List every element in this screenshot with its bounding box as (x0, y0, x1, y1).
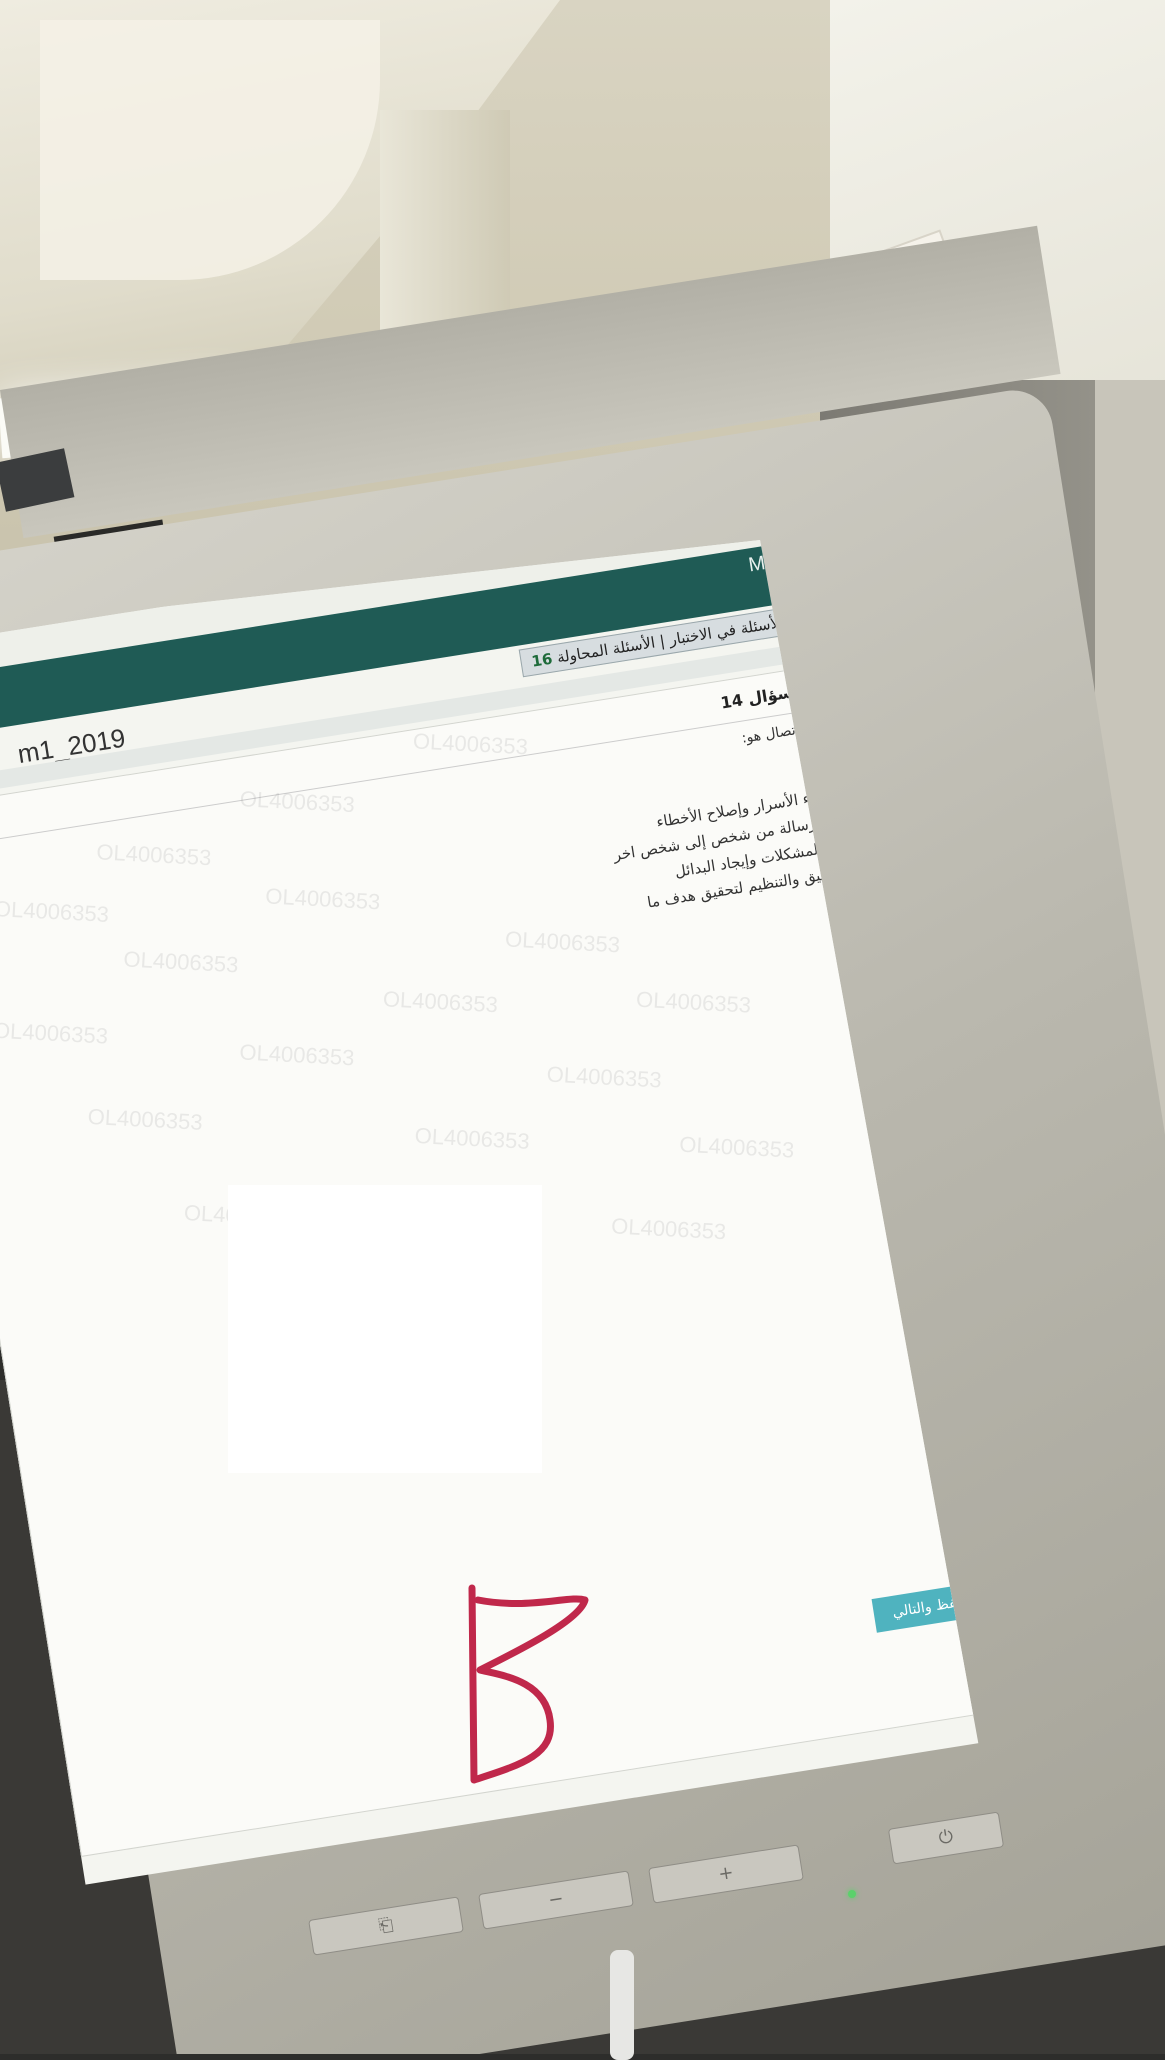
monitor-controls: ⎗ − + ⏻ (300, 1811, 1020, 1960)
power-led (848, 1890, 856, 1898)
watermark: OL4006353 (412, 728, 529, 760)
watermark: OL4006353 (414, 1122, 531, 1154)
watermark: OL4006353 (382, 986, 499, 1018)
watermark: OL4006353 (238, 1039, 356, 1071)
watermark: OL4006353 (504, 926, 621, 958)
watermark: OL4006353 (678, 1131, 795, 1163)
watermark: OL4006353 (87, 1103, 204, 1135)
monitor-cable (610, 1950, 634, 2060)
watermark: OL4006353 (264, 883, 381, 915)
watermark: OL4006353 (635, 986, 752, 1018)
handwritten-mark (468, 1584, 589, 1784)
watermark: OL4006353 (239, 786, 356, 818)
watermark: OL4006353 (0, 1017, 109, 1049)
monitor-input-button[interactable]: ⎗ (308, 1896, 464, 1956)
watermark: OL4006353 (546, 1061, 663, 1093)
watermark: OL4006353 (95, 839, 212, 871)
attempted-label: الأسئلة المحاولة (555, 633, 657, 667)
status-separator: | (658, 631, 667, 651)
watermark: OL4006353 (610, 1213, 727, 1245)
attempted-value: 16 (530, 649, 554, 671)
watermark: OL4006353 (122, 946, 240, 978)
question-number-value: 14 (719, 690, 745, 713)
redacted-area (228, 1185, 542, 1473)
watermark: OL4006353 (0, 895, 110, 927)
